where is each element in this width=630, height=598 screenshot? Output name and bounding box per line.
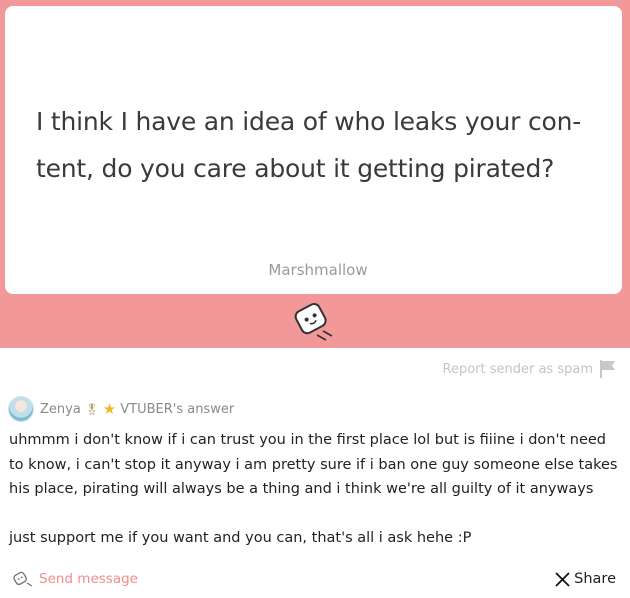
- answerer-name[interactable]: Zenya: [40, 402, 81, 417]
- marshmallow-mascot-icon: [294, 303, 333, 341]
- star-icon: ★: [102, 400, 117, 418]
- answerer-header: Zenya 🎖 ★ VTUBER's answer: [8, 396, 234, 422]
- report-spam-label: Report sender as spam: [442, 361, 594, 377]
- share-label: Share: [574, 571, 616, 587]
- send-message-link[interactable]: Send message: [12, 570, 138, 588]
- question-card: I think I have an idea of who leaks your…: [5, 6, 622, 294]
- report-spam-button[interactable]: Report sender as spam: [443, 359, 618, 379]
- share-button[interactable]: Share: [555, 571, 616, 587]
- brand-label: Marshmallow: [268, 261, 368, 279]
- x-logo-icon: [555, 571, 570, 587]
- question-text: I think I have an idea of who leaks your…: [36, 107, 582, 183]
- answer-paragraph: uhmmm i don't know if i can trust you in…: [9, 432, 618, 497]
- send-message-label: Send message: [39, 571, 138, 587]
- answer-badge-label: VTUBER's answer: [120, 401, 235, 417]
- medal-icon: 🎖: [84, 402, 99, 416]
- avatar[interactable]: [8, 396, 34, 422]
- flag-icon: [600, 360, 615, 378]
- marshmallow-send-icon: [13, 571, 33, 587]
- answer-paragraph: just support me if you want and you can,…: [9, 529, 472, 546]
- answer-text: uhmmm i don't know if i can trust you in…: [9, 428, 621, 550]
